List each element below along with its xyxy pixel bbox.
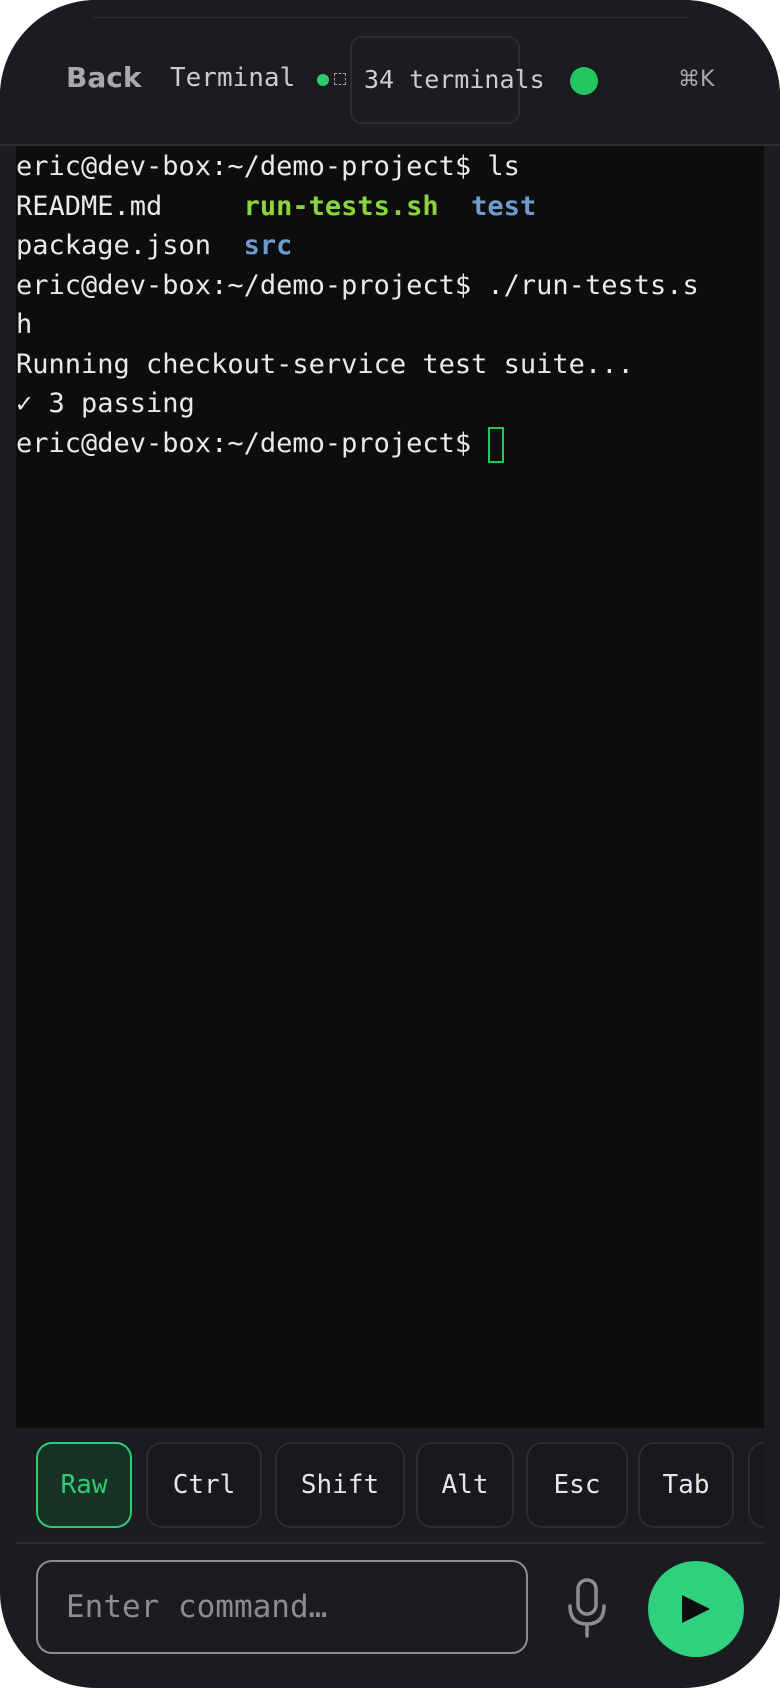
terminals-count-label: 34 terminals <box>364 65 545 94</box>
page-title: Terminal <box>170 63 296 93</box>
terminal-text: eric@dev-box:~/demo-project$ <box>16 428 488 459</box>
terminal-text: eric@dev-box:~/demo-project$ ls <box>16 151 520 182</box>
key-shift-button[interactable]: Shift <box>275 1442 405 1528</box>
key-tab-button[interactable]: Tab <box>638 1442 734 1528</box>
terminal-cursor <box>488 426 505 463</box>
back-button[interactable]: Back <box>66 58 141 98</box>
key-overflow-button[interactable] <box>748 1442 764 1528</box>
terminal-text: package.json <box>16 230 244 261</box>
terminal-line: h <box>16 304 32 345</box>
key-raw-button[interactable]: Raw <box>36 1442 132 1528</box>
microphone-button[interactable] <box>564 1578 610 1640</box>
terminal-text: README.md <box>16 191 244 222</box>
window-box-icon <box>334 73 346 85</box>
connection-status-icon <box>570 67 598 95</box>
terminal-text: Running checkout-service test suite... <box>16 349 634 380</box>
microphone-icon <box>568 1578 606 1638</box>
terminal-line: package.json src <box>16 225 292 266</box>
directory-name: test <box>471 191 537 222</box>
top-divider <box>92 17 688 18</box>
terminal-line: Running checkout-service test suite... <box>16 344 634 385</box>
terminal-line: eric@dev-box:~/demo-project$ ./run-tests… <box>16 265 699 306</box>
terminals-switcher-button[interactable]: 34 terminals <box>350 36 545 124</box>
terminal-line: eric@dev-box:~/demo-project$ <box>16 423 505 464</box>
terminal-output[interactable]: eric@dev-box:~/demo-project$ ls README.md… <box>16 146 764 1428</box>
key-ctrl-button[interactable]: Ctrl <box>146 1442 262 1528</box>
command-palette-shortcut[interactable]: ⌘K <box>678 62 714 98</box>
send-button[interactable] <box>648 1561 744 1657</box>
phone-screen: Back Terminal 34 terminals ⌘K eric@dev-b… <box>0 0 780 1688</box>
terminal-text: ✓ 3 passing <box>16 388 195 419</box>
key-esc-button[interactable]: Esc <box>526 1442 628 1528</box>
terminal-line: eric@dev-box:~/demo-project$ ls <box>16 146 520 187</box>
active-dot-icon <box>317 74 329 86</box>
terminal-line: ✓ 3 passing <box>16 383 195 424</box>
command-input[interactable] <box>36 1560 528 1654</box>
terminal-line: README.md run-tests.sh test <box>16 186 536 227</box>
play-send-icon <box>682 1595 710 1623</box>
directory-name: src <box>243 230 293 261</box>
top-bar: Back Terminal 34 terminals ⌘K <box>0 0 780 146</box>
key-alt-button[interactable]: Alt <box>416 1442 514 1528</box>
terminal-text: h <box>16 309 33 340</box>
modifier-key-bar: Raw Ctrl Shift Alt Esc Tab <box>16 1428 764 1544</box>
terminal-text: eric@dev-box:~/demo-project$ ./run-tests… <box>16 270 699 301</box>
executable-file-name: run-tests.sh <box>243 191 439 222</box>
